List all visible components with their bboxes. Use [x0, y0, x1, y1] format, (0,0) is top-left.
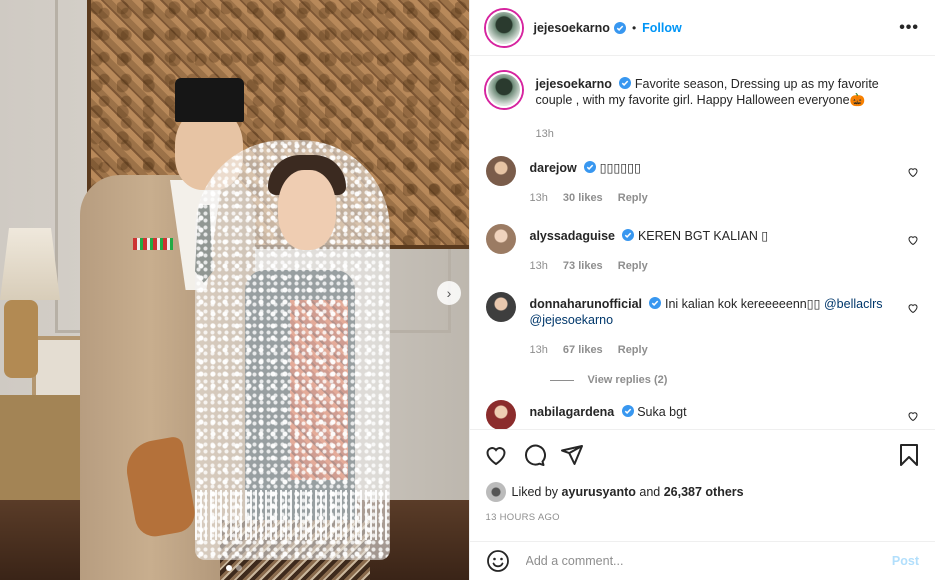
- caption-body: jejesoekarno Favorite season, Dressing u…: [536, 72, 920, 142]
- comment-time[interactable]: 13h: [530, 192, 548, 204]
- reply-button[interactable]: Reply: [618, 344, 648, 356]
- comment-body: alyssadaguise KEREN BGT KALIAN ▯ 13h 73 …: [530, 224, 920, 274]
- comment-username[interactable]: darejow: [530, 161, 577, 175]
- comment-row: alyssadaguise KEREN BGT KALIAN ▯ 13h 73 …: [485, 224, 920, 274]
- comment-avatar[interactable]: [485, 400, 516, 430]
- photo-peci-cap: [175, 78, 244, 122]
- bookmark-icon[interactable]: [897, 443, 921, 467]
- photo-woman-face: [278, 170, 336, 250]
- comment-username[interactable]: nabilagardena: [530, 405, 615, 419]
- replies-divider: [549, 379, 574, 381]
- comment-username[interactable]: alyssadaguise: [530, 229, 615, 243]
- post-comment-button[interactable]: Post: [892, 554, 919, 568]
- photo-medal-ribbons: [133, 238, 173, 250]
- add-comment-input[interactable]: [523, 553, 892, 569]
- view-replies-label: View replies (2): [587, 374, 668, 386]
- reply-button[interactable]: Reply: [618, 260, 648, 272]
- liker-avatar[interactable]: [485, 482, 506, 502]
- follow-button[interactable]: Follow: [642, 21, 682, 35]
- emoji-icon[interactable]: [486, 549, 510, 573]
- like-comment-icon[interactable]: [907, 234, 919, 246]
- post-header: jejesoekarno • Follow •••: [469, 0, 935, 56]
- photo-lamp-base: [4, 300, 38, 378]
- verified-badge-icon: [649, 297, 662, 309]
- caption-meta: 13h: [536, 126, 920, 142]
- photo-veil-fringe: [195, 490, 390, 540]
- author-username[interactable]: jejesoekarno: [534, 21, 610, 35]
- add-comment-bar: Post: [469, 541, 935, 580]
- comment-text: ▯▯▯▯▯▯: [599, 161, 641, 175]
- likes-prefix: Liked by: [511, 485, 559, 499]
- like-comment-icon[interactable]: [907, 302, 919, 314]
- carousel-dot: [236, 565, 243, 571]
- action-bar: [469, 429, 935, 479]
- more-horizontal-icon[interactable]: •••: [899, 19, 919, 37]
- likes-summary: Liked by ayurusyanto and 26,387 others: [485, 482, 744, 502]
- author-avatar[interactable]: [485, 9, 522, 46]
- comment-meta: 13h 67 likes Reply: [530, 342, 920, 358]
- mention-link[interactable]: @bellaclrs: [824, 297, 883, 311]
- comment-time[interactable]: 13h: [530, 260, 548, 272]
- post-dialog: › jejesoekarno • Follow ••• jejesoekarno…: [0, 0, 935, 580]
- verified-badge-icon: [619, 77, 632, 89]
- verified-badge-icon: [621, 405, 634, 417]
- carousel-dot-active: [226, 565, 233, 571]
- carousel-next-button[interactable]: ›: [437, 281, 461, 305]
- like-comment-icon[interactable]: [907, 410, 919, 422]
- comment-time[interactable]: 13h: [530, 344, 548, 356]
- comment-text: Ini kalian kok kereeeeenn▯▯: [664, 297, 821, 311]
- header-separator: •: [631, 20, 637, 35]
- comment-likes[interactable]: 73 likes: [563, 260, 603, 272]
- comment-icon[interactable]: [522, 443, 546, 467]
- share-icon[interactable]: [560, 443, 584, 467]
- photo-lamp-shade: [0, 228, 60, 300]
- comments-list: jejesoekarno Favorite season, Dressing u…: [470, 56, 935, 430]
- comment-likes[interactable]: 67 likes: [563, 344, 603, 356]
- comment-avatar[interactable]: [485, 156, 516, 186]
- comment-text: Suka bgt: [637, 405, 687, 419]
- verified-badge-icon: [613, 21, 626, 34]
- caption-author-avatar[interactable]: [485, 72, 522, 108]
- comment-text: KEREN BGT KALIAN ▯: [637, 229, 769, 243]
- caption-row: jejesoekarno Favorite season, Dressing u…: [485, 72, 920, 142]
- heart-icon[interactable]: [484, 443, 508, 467]
- comment-row: nabilagardena Suka bgt: [485, 400, 920, 430]
- comment-body: nabilagardena Suka bgt: [530, 400, 920, 420]
- post-side-panel: jejesoekarno • Follow ••• jejesoekarno F…: [468, 0, 935, 580]
- likes-middle: and: [639, 485, 661, 499]
- comment-meta: 13h 30 likes Reply: [530, 190, 920, 206]
- comment-avatar[interactable]: [485, 224, 516, 254]
- comment-avatar[interactable]: [485, 292, 516, 322]
- post-photo[interactable]: ›: [0, 0, 469, 580]
- caption-username[interactable]: jejesoekarno: [536, 77, 612, 91]
- likes-count[interactable]: 26,387 others: [664, 485, 744, 499]
- view-replies-button[interactable]: View replies (2): [549, 374, 920, 386]
- post-timestamp[interactable]: 13 HOURS AGO: [486, 512, 560, 523]
- caption-time[interactable]: 13h: [536, 128, 554, 140]
- reply-button[interactable]: Reply: [618, 192, 648, 204]
- verified-badge-icon: [622, 229, 635, 241]
- liker-username[interactable]: ayurusyanto: [562, 485, 636, 499]
- mention-link[interactable]: @jejesoekarno: [530, 313, 614, 327]
- comment-username[interactable]: donnaharunofficial: [530, 297, 643, 311]
- comment-row: donnaharunofficial Ini kalian kok kereee…: [485, 292, 920, 358]
- comment-meta: 13h 73 likes Reply: [530, 258, 920, 274]
- carousel-dots: [0, 565, 469, 571]
- comment-body: donnaharunofficial Ini kalian kok kereee…: [530, 292, 920, 358]
- comment-likes[interactable]: 30 likes: [563, 192, 603, 204]
- verified-badge-icon: [584, 161, 597, 173]
- comment-body: darejow ▯▯▯▯▯▯ 13h 30 likes Reply: [530, 156, 920, 206]
- comment-row: darejow ▯▯▯▯▯▯ 13h 30 likes Reply: [485, 156, 920, 206]
- like-comment-icon[interactable]: [907, 166, 919, 178]
- chevron-right-icon: ›: [446, 285, 452, 301]
